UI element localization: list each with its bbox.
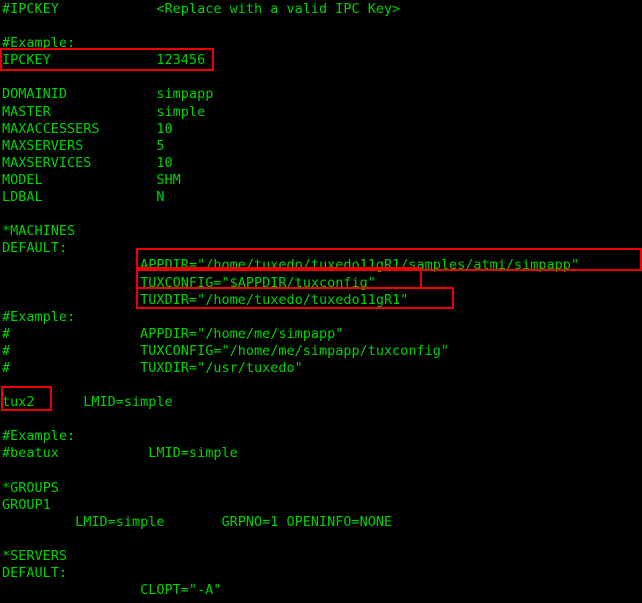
terminal-screen: #IPCKEY <Replace with a valid IPC Key> #… [0,0,642,603]
config-file-text: #IPCKEY <Replace with a valid IPC Key> #… [2,1,580,599]
